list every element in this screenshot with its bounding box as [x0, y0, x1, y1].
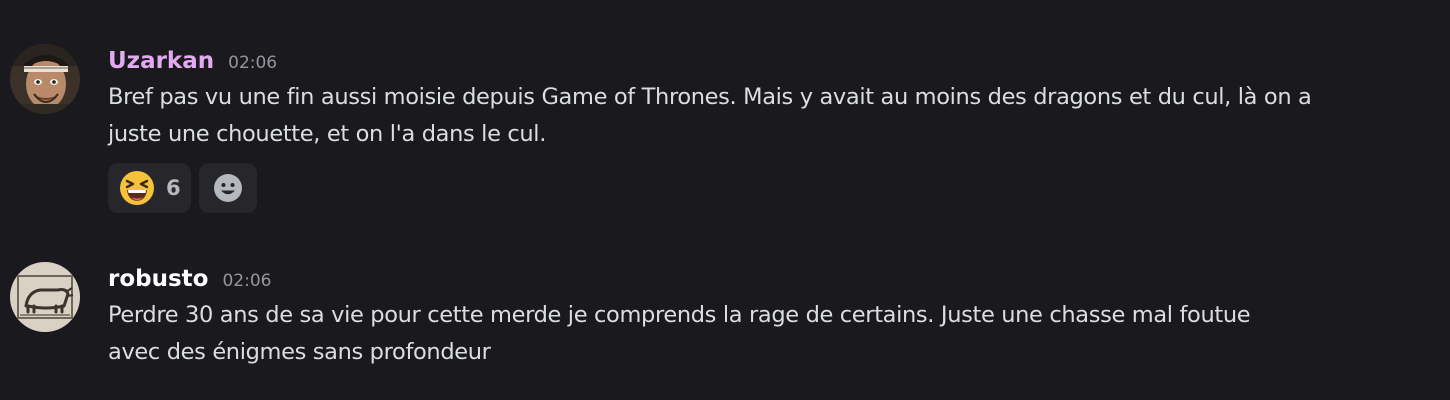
reactions-bar: 6	[108, 163, 1428, 213]
reaction-button[interactable]: 6	[108, 163, 191, 213]
message-text: Perdre 30 ans de sa vie pour cette merde…	[108, 297, 1428, 371]
message-text-line: Perdre 30 ans de sa vie pour cette merde…	[108, 302, 1251, 328]
chat-area: Uzarkan 02:06 Bref pas vu une fin aussi …	[0, 0, 1450, 400]
laughing-face-icon	[120, 171, 154, 205]
avatar-robusto-image	[10, 262, 80, 332]
avatar[interactable]	[10, 262, 80, 332]
username[interactable]: Uzarkan	[108, 44, 214, 78]
message-content: Uzarkan 02:06 Bref pas vu une fin aussi …	[108, 44, 1428, 213]
timestamp[interactable]: 02:06	[222, 264, 271, 298]
username[interactable]: robusto	[108, 262, 208, 296]
avatar[interactable]	[10, 44, 80, 114]
reaction-count: 6	[166, 176, 181, 200]
message-text-line: avec des énigmes sans profondeur	[108, 339, 491, 365]
message-content: robusto 02:06 Perdre 30 ans de sa vie po…	[108, 262, 1428, 371]
avatar-uzarkan-image	[10, 44, 80, 114]
message-text: Bref pas vu une fin aussi moisie depuis …	[108, 79, 1428, 153]
timestamp[interactable]: 02:06	[228, 46, 277, 80]
message-header: Uzarkan 02:06	[108, 44, 1428, 78]
message-text-line: Bref pas vu une fin aussi moisie depuis …	[108, 84, 1312, 110]
message-text-line: juste une chouette, et on l'a dans le cu…	[108, 121, 547, 147]
add-reaction-smiley-icon	[213, 174, 242, 202]
message-header: robusto 02:06	[108, 262, 1428, 296]
add-reaction-button[interactable]	[198, 163, 257, 213]
